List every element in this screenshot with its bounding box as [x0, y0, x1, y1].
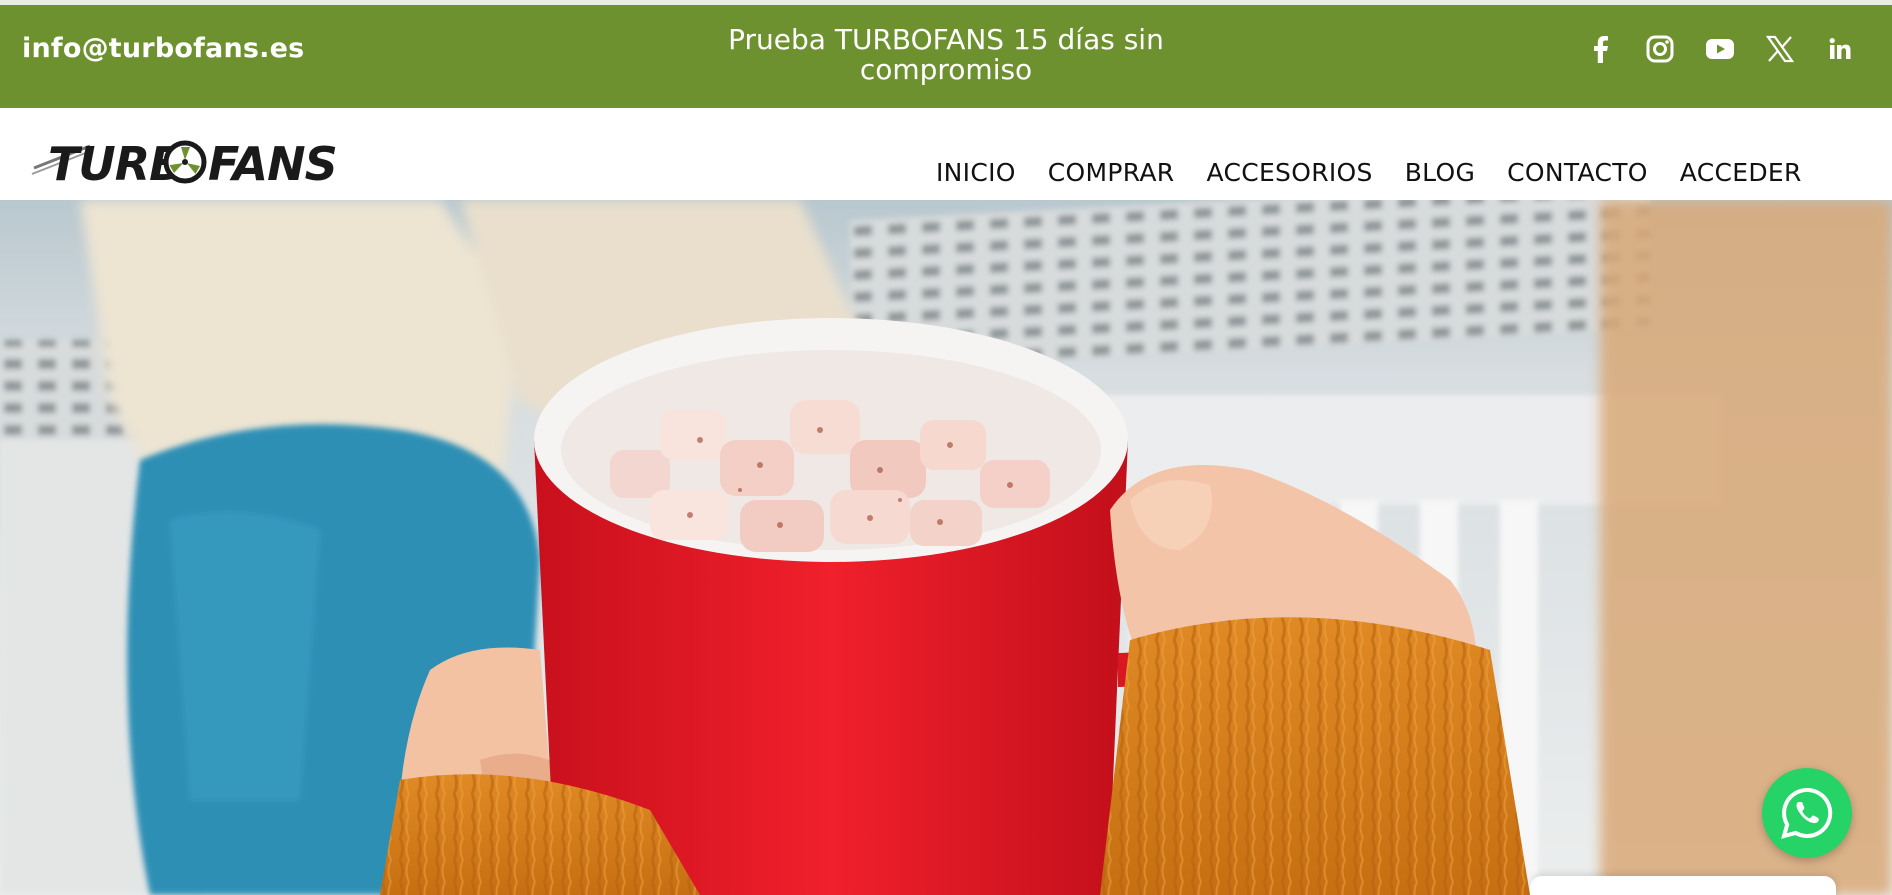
linkedin-icon[interactable]	[1822, 31, 1858, 67]
svg-text:TURB: TURB	[48, 137, 183, 190]
top-bar: info@turbofans.es Prueba TURBOFANS 15 dí…	[0, 5, 1892, 108]
nav-comprar[interactable]: COMPRAR	[1032, 158, 1191, 187]
x-icon[interactable]	[1762, 31, 1798, 67]
nav-accesorios[interactable]: ACCESORIOS	[1190, 158, 1388, 187]
social-links	[1582, 31, 1858, 67]
whatsapp-icon	[1781, 787, 1833, 839]
hero-image	[0, 200, 1892, 895]
whatsapp-button[interactable]	[1762, 768, 1852, 858]
chat-popup[interactable]	[1530, 876, 1836, 895]
site-header: TURB FANS INICIO COMPRAR ACCESORIOS BLOG…	[0, 108, 1892, 200]
nav-contacto[interactable]: CONTACTO	[1491, 158, 1664, 187]
email-link[interactable]: info@turbofans.es	[22, 33, 304, 64]
turbofans-logo[interactable]: TURB FANS	[30, 130, 350, 191]
nav-inicio[interactable]: INICIO	[920, 158, 1032, 187]
nav-acceder[interactable]: ACCEDER	[1664, 158, 1818, 187]
facebook-icon[interactable]	[1582, 31, 1618, 67]
promo-text: Prueba TURBOFANS 15 días sin compromiso	[728, 23, 1164, 86]
svg-text:FANS: FANS	[208, 137, 337, 190]
instagram-icon[interactable]	[1642, 31, 1678, 67]
nav-blog[interactable]: BLOG	[1389, 158, 1491, 187]
youtube-icon[interactable]	[1702, 31, 1738, 67]
main-nav: INICIO COMPRAR ACCESORIOS BLOG CONTACTO …	[920, 158, 1818, 187]
